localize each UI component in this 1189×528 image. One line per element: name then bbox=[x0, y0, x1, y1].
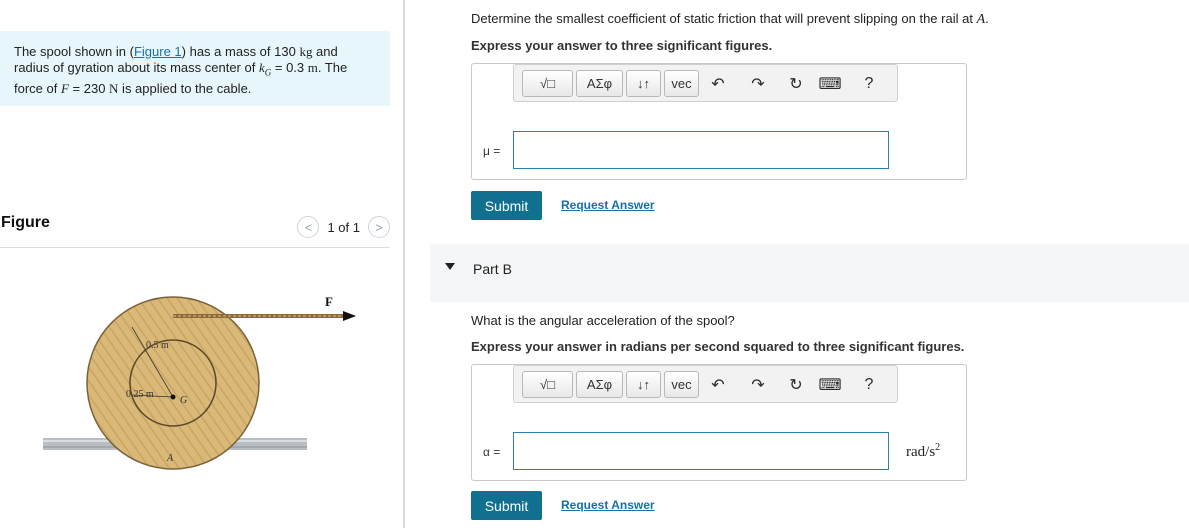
part-a-question: Determine the smallest coefficient of st… bbox=[471, 11, 989, 27]
part-b-instruction: Express your answer in radians per secon… bbox=[471, 339, 965, 354]
subscript-button[interactable]: ↓↑ bbox=[626, 371, 661, 398]
force-label: F bbox=[325, 294, 333, 309]
problem-statement: The spool shown in (Figure 1) has a mass… bbox=[0, 31, 390, 106]
reset-icon[interactable]: ↻ bbox=[786, 74, 806, 94]
alpha-input[interactable] bbox=[513, 432, 889, 470]
keyboard-icon[interactable]: ⌨ bbox=[818, 74, 841, 94]
keyboard-icon[interactable]: ⌨ bbox=[818, 375, 841, 395]
collapse-caret-icon[interactable] bbox=[445, 263, 455, 270]
part-a-submit-button[interactable]: Submit bbox=[471, 191, 542, 220]
force-arrow bbox=[343, 311, 356, 321]
part-b-title: Part B bbox=[473, 261, 512, 277]
greek-symbols-button[interactable]: ΑΣφ bbox=[576, 371, 623, 398]
help-icon[interactable]: ? bbox=[859, 375, 879, 395]
redo-icon[interactable]: ↷ bbox=[748, 74, 768, 94]
inner-radius-label: 0.25 m bbox=[126, 389, 154, 400]
help-icon[interactable]: ? bbox=[859, 74, 879, 94]
spool-figure: F 0.5 m 0.25 m G A bbox=[43, 294, 356, 470]
part-b-request-answer-link[interactable]: Request Answer bbox=[561, 498, 655, 512]
part-a-request-answer-link[interactable]: Request Answer bbox=[561, 198, 655, 212]
redo-icon[interactable]: ↷ bbox=[748, 375, 768, 395]
part-b-submit-button[interactable]: Submit bbox=[471, 491, 542, 520]
reset-icon[interactable]: ↻ bbox=[786, 375, 806, 395]
subscript-button[interactable]: ↓↑ bbox=[626, 70, 661, 97]
figure-title: Figure bbox=[1, 214, 50, 231]
figure-link[interactable]: Figure 1 bbox=[134, 44, 182, 59]
mu-label: μ = bbox=[483, 144, 501, 158]
part-a-toolbar: √□ ΑΣφ ↓↑ vec ↶ ↷ ↻ ⌨ ? bbox=[513, 64, 898, 102]
inner-hub bbox=[129, 339, 217, 427]
part-a-answer-box: √□ ΑΣφ ↓↑ vec ↶ ↷ ↻ ⌨ ? μ = bbox=[471, 63, 967, 180]
part-b-answer-box: √□ ΑΣφ ↓↑ vec ↶ ↷ ↻ ⌨ ? α = rad/s2 bbox=[471, 364, 967, 481]
prev-figure-button[interactable]: < bbox=[297, 216, 320, 238]
next-figure-button[interactable]: > bbox=[368, 216, 390, 238]
part-a-instruction: Express your answer to three significant… bbox=[471, 38, 773, 53]
right-panel: Determine the smallest coefficient of st… bbox=[405, 0, 1189, 528]
outer-radius-label: 0.5 m bbox=[146, 340, 169, 351]
mu-input[interactable] bbox=[513, 131, 889, 169]
figure-header: Figure < 1 of 1 > bbox=[0, 213, 390, 248]
part-b-header[interactable]: Part B bbox=[430, 244, 1189, 302]
templates-button[interactable]: √□ bbox=[522, 371, 573, 398]
greek-symbols-button[interactable]: ΑΣφ bbox=[576, 70, 623, 97]
undo-icon[interactable]: ↶ bbox=[708, 375, 728, 395]
vector-button[interactable]: vec bbox=[664, 70, 699, 97]
page-indicator: 1 of 1 bbox=[327, 219, 360, 235]
part-b-question: What is the angular acceleration of the … bbox=[471, 313, 735, 328]
templates-button[interactable]: √□ bbox=[522, 70, 573, 97]
left-panel: The spool shown in (Figure 1) has a mass… bbox=[0, 0, 403, 528]
center-label: G bbox=[180, 395, 187, 406]
alpha-label: α = bbox=[483, 445, 501, 459]
contact-label: A bbox=[166, 453, 174, 464]
part-b-toolbar: √□ ΑΣφ ↓↑ vec ↶ ↷ ↻ ⌨ ? bbox=[513, 365, 898, 403]
figure-pager: < 1 of 1 > bbox=[297, 216, 390, 238]
units-label: rad/s2 bbox=[906, 442, 941, 460]
center-point bbox=[170, 394, 176, 400]
undo-icon[interactable]: ↶ bbox=[708, 74, 728, 94]
vector-button[interactable]: vec bbox=[664, 371, 699, 398]
